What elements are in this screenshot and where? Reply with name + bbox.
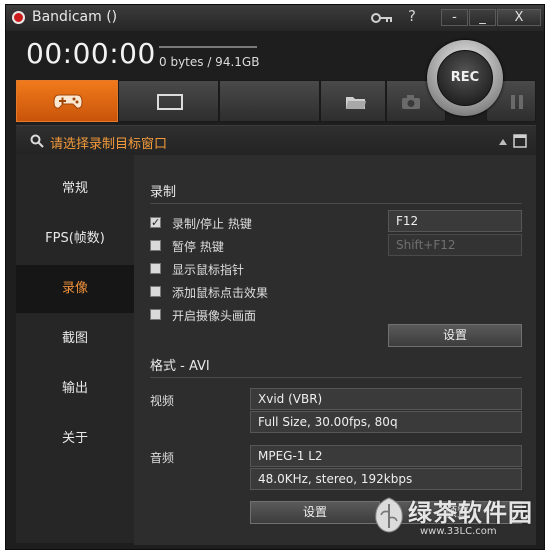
tab-game[interactable] [16, 80, 118, 122]
checkbox[interactable] [150, 286, 161, 297]
checkbox[interactable] [150, 240, 161, 251]
file-size-text: 0 bytes / 94.1GB [159, 55, 260, 69]
record-section-title: 录制 [150, 185, 177, 200]
audio-label: 音频 [150, 451, 175, 465]
option-label: 开启摄像头画面 [172, 309, 257, 323]
video-details-field: Full Size, 30.00fps, 80q [250, 411, 522, 433]
sidebar-item-about[interactable]: 关于 [16, 415, 134, 463]
tab-output-folder[interactable] [320, 80, 386, 122]
rec-button-ring[interactable]: REC [427, 40, 503, 116]
recording-timer: 00:00:00 [26, 37, 156, 70]
tab-device[interactable] [219, 80, 320, 122]
leaf-logo-icon [375, 497, 403, 533]
record-hotkey-field[interactable]: F12 [388, 210, 522, 232]
tab-screen[interactable] [118, 80, 219, 122]
record-settings-button[interactable]: 设置 [388, 324, 522, 347]
target-window-bar[interactable]: 请选择录制目标窗口 [16, 125, 536, 156]
collapse-arrow-icon[interactable] [499, 139, 507, 145]
section-divider [150, 377, 522, 378]
sidebar-item-image[interactable]: 截图 [16, 315, 134, 363]
format-settings-button[interactable]: 设置 [250, 501, 380, 524]
minimize-button[interactable]: _ [469, 9, 496, 26]
help-button[interactable]: ? [404, 7, 420, 25]
option-label: 显示鼠标指针 [172, 263, 245, 277]
checkbox[interactable] [150, 309, 161, 320]
video-label: 视频 [150, 394, 175, 408]
audio-codec-field: MPEG-1 L2 [250, 445, 522, 467]
camera-icon [402, 95, 420, 109]
key-icon[interactable] [370, 10, 394, 26]
audio-details-field: 48.0KHz, stereo, 192kbps [250, 468, 522, 490]
title-bar: Bandicam () ? - _ X [6, 5, 544, 31]
format-section-title: 格式 - AVI [150, 359, 210, 374]
close-button[interactable]: X [497, 9, 541, 26]
window-mode-icon[interactable] [513, 134, 527, 148]
checkbox[interactable] [150, 263, 161, 274]
search-icon [30, 134, 44, 148]
watermark-url: www.33LC.com [420, 526, 497, 537]
video-codec-field: Xvid (VBR) [250, 388, 522, 410]
sidebar-item-output[interactable]: 输出 [16, 365, 134, 413]
screen-rectangle-icon [157, 94, 183, 110]
pause-icon [511, 95, 523, 109]
gamepad-icon [53, 94, 83, 109]
sidebar-item-general[interactable]: 常规 [16, 165, 134, 213]
folder-icon [346, 97, 366, 109]
checkbox-checked[interactable]: ✓ [150, 217, 161, 228]
option-label: 暂停 热键 [172, 240, 224, 254]
video-settings-panel: 录制 ✓ 录制/停止 热键 暂停 热键 显示鼠标指针 添加鼠标点击效果 开启摄像… [134, 155, 536, 545]
minimize-to-tray-button[interactable]: - [441, 9, 468, 26]
file-size-bar [159, 46, 257, 48]
option-label: 录制/停止 热键 [172, 217, 252, 231]
option-label: 添加鼠标点击效果 [172, 286, 269, 300]
window-title: Bandicam () [32, 9, 118, 25]
bandicam-logo-icon [12, 11, 25, 24]
pause-hotkey-field[interactable]: Shift+F12 [388, 234, 522, 256]
rec-button[interactable]: REC [437, 50, 493, 106]
watermark-text: 绿茶软件园 [408, 499, 533, 527]
section-divider [150, 203, 522, 204]
site-watermark: 绿茶软件园 www.33LC.com [372, 492, 548, 550]
settings-sidebar: 常规 FPS(帧数) 录像 截图 输出 关于 [16, 155, 134, 543]
target-window-text[interactable]: 请选择录制目标窗口 [50, 133, 167, 152]
sidebar-item-fps[interactable]: FPS(帧数) [16, 215, 134, 263]
sidebar-item-video[interactable]: 录像 [16, 265, 134, 313]
bandicam-window: Bandicam () ? - _ X 00:00:00 0 bytes / 9… [5, 4, 545, 550]
